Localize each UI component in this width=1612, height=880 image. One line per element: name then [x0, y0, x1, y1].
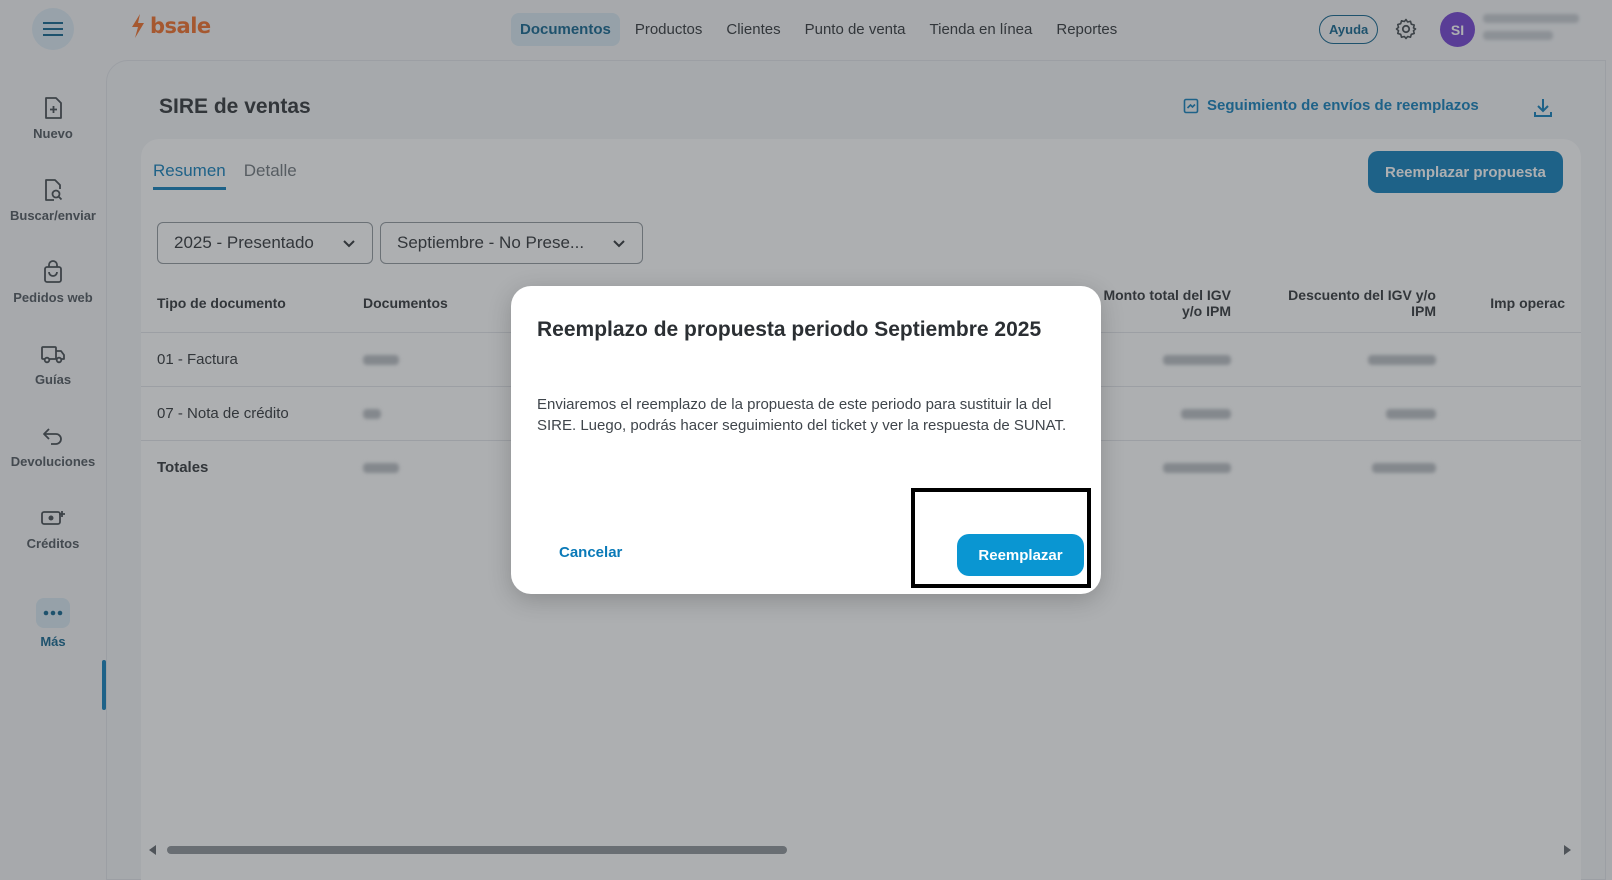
dialog-title: Reemplazo de propuesta periodo Septiembr…: [537, 318, 1042, 341]
cancel-button[interactable]: Cancelar: [559, 544, 622, 561]
dialog-body: Enviaremos el reemplazo de la propuesta …: [537, 396, 1067, 434]
annotation-highlight-box: [911, 488, 1091, 588]
